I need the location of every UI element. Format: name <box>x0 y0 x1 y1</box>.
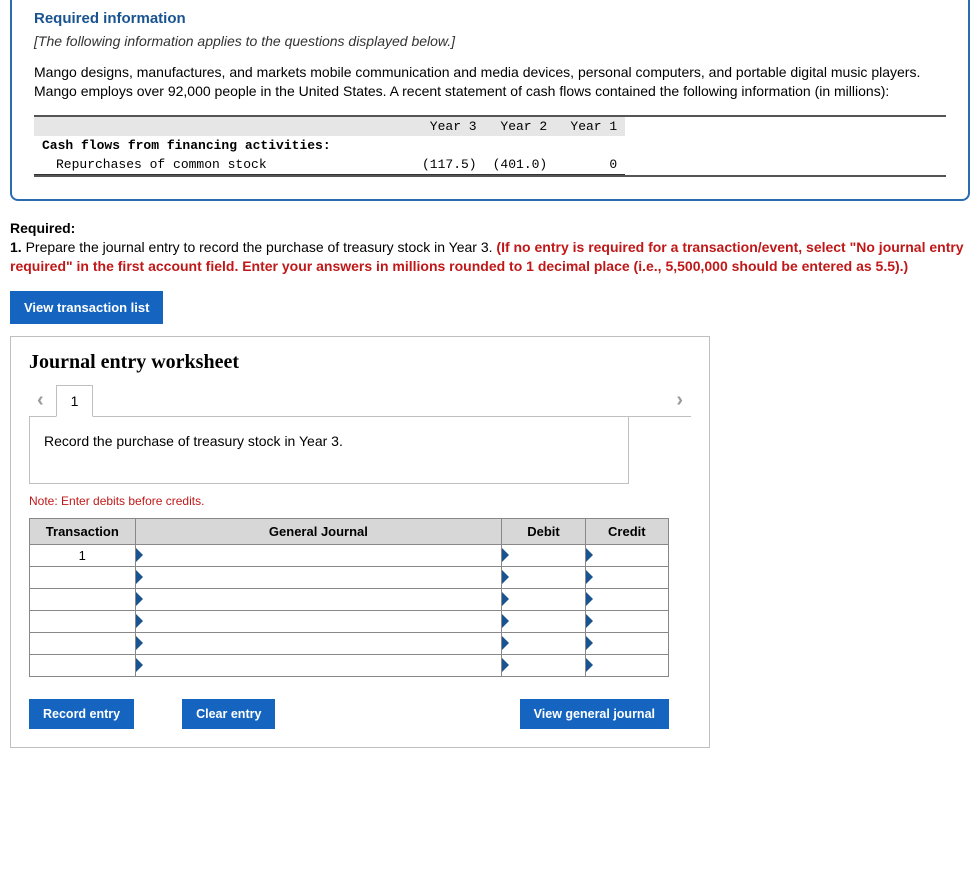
account-cell[interactable] <box>135 655 502 677</box>
credit-cell[interactable] <box>585 611 668 633</box>
dropdown-icon <box>136 570 143 584</box>
col-credit: Credit <box>585 519 668 545</box>
account-cell[interactable] <box>135 611 502 633</box>
debit-cell[interactable] <box>502 633 585 655</box>
row-repurchases-y1: 0 <box>555 155 625 175</box>
worksheet-tab-row: ‹ 1 › <box>29 384 691 417</box>
debit-cell[interactable] <box>502 611 585 633</box>
dropdown-icon <box>136 548 143 562</box>
dropdown-icon <box>502 658 509 672</box>
worksheet-title: Journal entry worksheet <box>29 351 691 374</box>
credit-cell[interactable] <box>585 633 668 655</box>
debit-cell[interactable] <box>502 589 585 611</box>
cash-flows-table: Year 3 Year 2 Year 1 Cash flows from fin… <box>34 115 946 177</box>
scenario-paragraph: Mango designs, manufactures, and markets… <box>34 63 946 101</box>
required-information-title: Required information <box>34 10 946 27</box>
dropdown-icon <box>502 548 509 562</box>
dropdown-icon <box>136 614 143 628</box>
col-general-journal: General Journal <box>135 519 502 545</box>
clear-entry-button[interactable]: Clear entry <box>182 699 275 729</box>
entry-instruction: Record the purchase of treasury stock in… <box>29 417 629 484</box>
col-year3: Year 3 <box>414 117 485 136</box>
transaction-cell <box>30 655 136 677</box>
account-cell[interactable] <box>135 567 502 589</box>
dropdown-icon <box>586 570 593 584</box>
chevron-right-icon[interactable]: › <box>668 389 691 412</box>
dropdown-icon <box>502 592 509 606</box>
account-cell[interactable] <box>135 589 502 611</box>
transaction-cell <box>30 589 136 611</box>
transaction-cell <box>30 611 136 633</box>
dropdown-icon <box>136 658 143 672</box>
journal-table: Transaction General Journal Debit Credit… <box>29 518 669 677</box>
credit-cell[interactable] <box>585 567 668 589</box>
row-repurchases-label: Repurchases of common stock <box>34 155 414 175</box>
dropdown-icon <box>586 636 593 650</box>
col-debit: Debit <box>502 519 585 545</box>
credit-cell[interactable] <box>585 589 668 611</box>
applies-note: [The following information applies to th… <box>34 33 946 49</box>
dropdown-icon <box>502 614 509 628</box>
journal-entry-worksheet: Journal entry worksheet ‹ 1 › Record the… <box>10 336 710 748</box>
debit-cell[interactable] <box>502 655 585 677</box>
transaction-cell <box>30 567 136 589</box>
section-label: Cash flows from financing activities: <box>34 136 414 155</box>
required-label: Required: <box>10 220 75 236</box>
debit-cell[interactable] <box>502 567 585 589</box>
dropdown-icon <box>586 548 593 562</box>
note-debits-before-credits: Note: Enter debits before credits. <box>29 494 691 508</box>
required-text: Prepare the journal entry to record the … <box>22 239 497 255</box>
row-repurchases-y3: (117.5) <box>414 155 485 175</box>
transaction-number: 1 <box>30 545 136 567</box>
view-transaction-list-button[interactable]: View transaction list <box>10 291 163 324</box>
required-item-number: 1. <box>10 239 22 255</box>
credit-cell[interactable] <box>585 545 668 567</box>
dropdown-icon <box>136 636 143 650</box>
col-transaction: Transaction <box>30 519 136 545</box>
dropdown-icon <box>586 592 593 606</box>
row-repurchases-y2: (401.0) <box>485 155 556 175</box>
chevron-left-icon[interactable]: ‹ <box>29 389 52 412</box>
record-entry-button[interactable]: Record entry <box>29 699 134 729</box>
dropdown-icon <box>136 592 143 606</box>
transaction-cell <box>30 633 136 655</box>
account-cell[interactable] <box>135 633 502 655</box>
dropdown-icon <box>502 570 509 584</box>
dropdown-icon <box>502 636 509 650</box>
required-information-card: Required information [The following info… <box>10 0 970 201</box>
credit-cell[interactable] <box>585 655 668 677</box>
account-cell[interactable] <box>135 545 502 567</box>
col-year1: Year 1 <box>555 117 625 136</box>
debit-cell[interactable] <box>502 545 585 567</box>
view-general-journal-button[interactable]: View general journal <box>520 699 669 729</box>
tab-1[interactable]: 1 <box>56 385 94 417</box>
dropdown-icon <box>586 614 593 628</box>
col-year2: Year 2 <box>485 117 556 136</box>
dropdown-icon <box>586 658 593 672</box>
required-block: Required: 1. Prepare the journal entry t… <box>10 219 970 276</box>
